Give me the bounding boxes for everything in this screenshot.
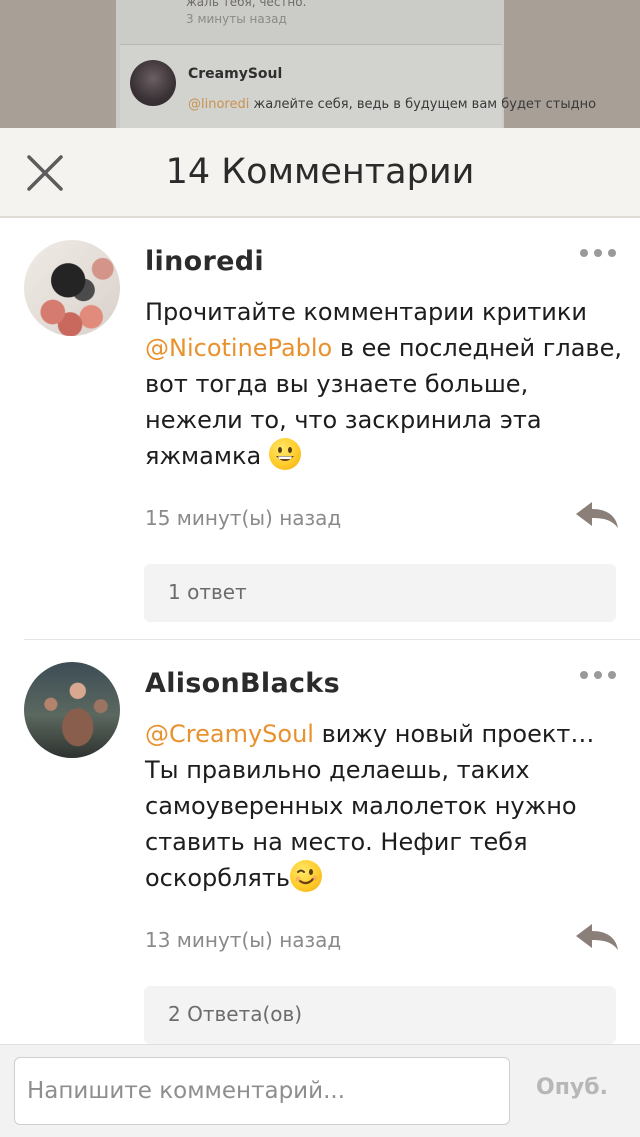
winking-face-emoji-icon (290, 860, 322, 892)
background-username: CreamySoul (188, 66, 283, 82)
avatar[interactable] (24, 662, 120, 758)
grinning-face-emoji-icon (268, 438, 301, 470)
reply-icon[interactable] (574, 922, 620, 952)
comment-username[interactable]: linoredi (145, 246, 264, 277)
comment-timestamp: 13 минут(ы) назад (145, 928, 342, 952)
avatar[interactable] (24, 240, 120, 336)
more-options-icon[interactable] (578, 668, 618, 682)
comment-text: Прочитайте комментарии критики @Nicotine… (145, 298, 622, 470)
comment-username[interactable]: AlisonBlacks (145, 668, 340, 699)
comments-sheet: 14 Комментарии linoredi Прочитайте комме… (0, 128, 640, 1137)
page-title: 14 Комментарии (165, 152, 475, 192)
replies-label: 1 ответ (168, 580, 247, 604)
mention-link[interactable]: @CreamySoul (145, 720, 314, 748)
comment-divider (24, 639, 640, 640)
publish-button[interactable]: Опуб. (536, 1075, 608, 1100)
background-screen: жаль тебя, честно. 3 минуты назад Creamy… (0, 0, 640, 128)
comments-header: 14 Комментарии (0, 128, 640, 218)
reply-icon[interactable] (574, 500, 620, 530)
comment-timestamp: 15 минут(ы) назад (145, 506, 342, 530)
comment-text: @CreamySoul вижу новый проект… Ты правил… (145, 720, 595, 892)
more-options-icon[interactable] (578, 246, 618, 260)
comment-input-bar: Опуб. (0, 1044, 640, 1137)
background-comment-text: @linoredi жалейте себя, ведь в будущем в… (188, 97, 597, 112)
comment-input[interactable] (14, 1057, 510, 1125)
replies-label: 2 Ответа(ов) (168, 1002, 303, 1026)
background-avatar (130, 60, 176, 106)
replies-button[interactable]: 2 Ответа(ов) (144, 986, 616, 1044)
mention-link[interactable]: @NicotinePablo (145, 334, 332, 362)
background-previous-comment: жаль тебя, честно. 3 минуты назад (186, 0, 307, 26)
replies-button[interactable]: 1 ответ (144, 564, 616, 622)
